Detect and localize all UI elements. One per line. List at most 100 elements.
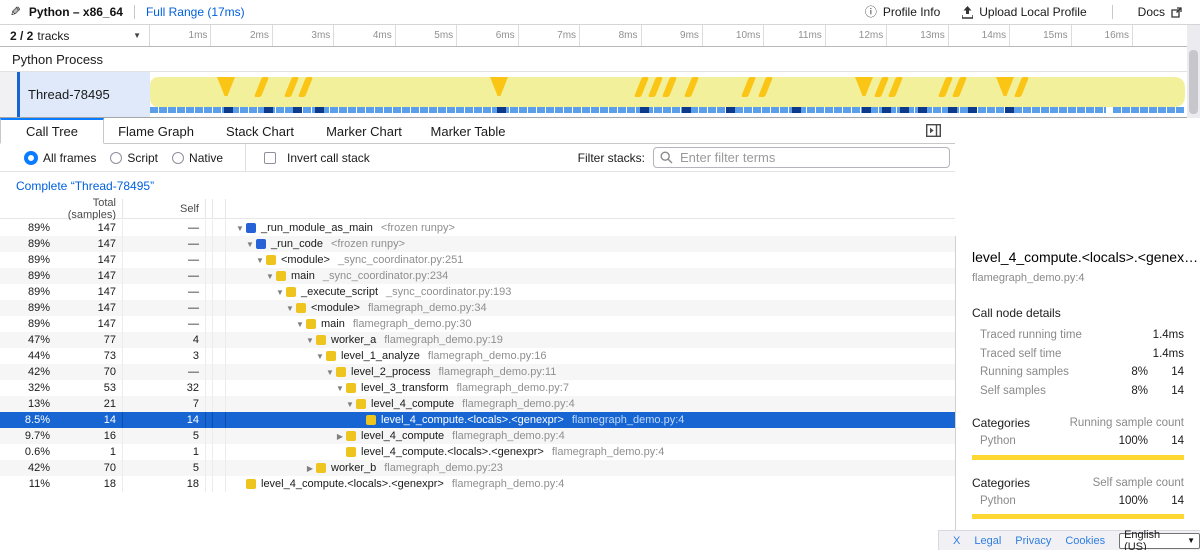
tree-row[interactable]: 89%147—▼main_sync_coordinator.py:234 xyxy=(0,268,955,284)
cell-total: 42%70 xyxy=(0,460,123,476)
sample-block xyxy=(900,107,909,113)
footer-link-cookies[interactable]: Cookies xyxy=(1065,535,1105,547)
frame-name: _execute_script xyxy=(301,286,378,298)
top-bar: ✎ Python – x86_64 Full Range (17ms) ⓘ Pr… xyxy=(0,0,1200,25)
twisty-open-icon[interactable]: ▼ xyxy=(334,384,346,393)
search-icon xyxy=(660,151,673,167)
invert-call-stack-checkbox[interactable]: Invert call stack xyxy=(264,151,370,165)
twisty-open-icon[interactable]: ▼ xyxy=(244,240,256,249)
twisty-open-icon[interactable]: ▼ xyxy=(284,304,296,313)
footer-bar: X Legal Privacy Cookies English (US) ▼ xyxy=(938,530,1200,550)
thread-track-row[interactable]: Thread-78495 xyxy=(0,72,1200,117)
frame-location: _sync_coordinator.py:251 xyxy=(338,254,463,266)
selected-node-title: level_4_compute.<locals>.<genex… xyxy=(956,236,1200,265)
tree-row[interactable]: 44%733▼level_1_analyzeflamegraph_demo.py… xyxy=(0,348,955,364)
divider xyxy=(245,144,246,172)
tree-row[interactable]: 89%147—▼mainflamegraph_demo.py:30 xyxy=(0,316,955,332)
marker-blob-icon xyxy=(996,77,1014,96)
twisty-open-icon[interactable]: ▼ xyxy=(344,400,356,409)
twisty-closed-icon[interactable]: ▶ xyxy=(334,432,346,441)
category-icon xyxy=(286,287,296,297)
cell-spacer xyxy=(213,220,226,236)
edit-pencil-icon[interactable]: ✎ xyxy=(10,4,21,20)
radio-native[interactable]: Native xyxy=(172,151,223,165)
twisty-open-icon[interactable]: ▼ xyxy=(264,272,276,281)
tree-row[interactable]: 89%147—▼<module>_sync_coordinator.py:251 xyxy=(0,252,955,268)
twisty-open-icon[interactable]: ▼ xyxy=(324,368,336,377)
total-count: 73 xyxy=(50,350,122,362)
twisty-open-icon[interactable]: ▼ xyxy=(234,224,246,233)
tree-row[interactable]: 9.7%165▶level_4_computeflamegraph_demo.p… xyxy=(0,428,955,444)
cell-total: 89%147 xyxy=(0,252,123,268)
column-self-header[interactable]: Self xyxy=(123,199,206,218)
sample-block xyxy=(726,107,735,113)
tree-row[interactable]: 47%774▼worker_aflamegraph_demo.py:19 xyxy=(0,332,955,348)
profile-info-button[interactable]: ⓘ Profile Info xyxy=(857,5,948,19)
full-range-link[interactable]: Full Range (17ms) xyxy=(146,5,245,19)
cell-tree: ▼_run_code<frozen runpy> xyxy=(226,236,955,252)
cell-spacer xyxy=(206,300,213,316)
frame-name: level_4_compute.<locals>.<genexpr> xyxy=(381,414,564,426)
twisty-closed-icon[interactable]: ▶ xyxy=(304,464,316,473)
upload-profile-button[interactable]: Upload Local Profile xyxy=(954,5,1094,19)
cell-tree: ▼<module>flamegraph_demo.py:34 xyxy=(226,300,955,316)
twisty-open-icon[interactable]: ▼ xyxy=(304,336,316,345)
cell-spacer xyxy=(213,268,226,284)
radio-script[interactable]: Script xyxy=(110,151,158,165)
twisty-open-icon[interactable]: ▼ xyxy=(314,352,326,361)
tree-row[interactable]: 89%147—▼_run_code<frozen runpy> xyxy=(0,236,955,252)
cell-spacer xyxy=(213,364,226,380)
thread-activity-graph[interactable] xyxy=(150,72,1187,117)
tracks-count-dropdown[interactable]: 2 / 2 tracks ▼ xyxy=(0,25,150,46)
tree-row[interactable]: 89%147—▼_execute_script_sync_coordinator… xyxy=(0,284,955,300)
tracks-scrollbar-thumb[interactable] xyxy=(1189,50,1198,114)
detail-percent: 8% xyxy=(1106,363,1148,382)
frame-filter-radios: All frames Script Native xyxy=(24,151,237,165)
twisty-open-icon[interactable]: ▼ xyxy=(274,288,286,297)
time-tick: 15ms xyxy=(1010,25,1071,46)
tree-row[interactable]: 13%217▼level_4_computeflamegraph_demo.py… xyxy=(0,396,955,412)
process-track-header[interactable]: Python Process xyxy=(0,47,1200,72)
tree-row[interactable]: 42%70—▼level_2_processflamegraph_demo.py… xyxy=(0,364,955,380)
time-ticks: 1ms2ms3ms4ms5ms6ms7ms8ms9ms10ms11ms12ms1… xyxy=(150,25,1200,46)
column-total-header[interactable]: Total (samples) xyxy=(0,199,123,218)
sample-gap xyxy=(1106,107,1113,113)
tree-row[interactable]: 8.5%1414level_4_compute.<locals>.<genexp… xyxy=(0,412,955,428)
category-header: CategoriesRunning sample count xyxy=(956,414,1200,432)
marker-blob-icon xyxy=(217,77,235,96)
column-spacer xyxy=(206,199,213,218)
cell-self: 4 xyxy=(123,332,206,348)
activity-marker-icon xyxy=(952,77,967,97)
category-icon xyxy=(266,255,276,265)
activity-marker-icon xyxy=(648,77,663,97)
total-percent: 89% xyxy=(0,318,50,330)
twisty-open-icon[interactable]: ▼ xyxy=(254,256,266,265)
filter-stacks-input[interactable] xyxy=(653,147,950,168)
footer-link-privacy[interactable]: Privacy xyxy=(1015,535,1051,547)
twisty-open-icon[interactable]: ▼ xyxy=(294,320,306,329)
radio-all-frames[interactable]: All frames xyxy=(24,151,96,165)
footer-link-x[interactable]: X xyxy=(953,535,960,547)
thread-track-label[interactable]: Thread-78495 xyxy=(20,72,150,117)
docs-button[interactable]: Docs xyxy=(1130,5,1190,19)
tree-row[interactable]: 32%5332▼level_3_transformflamegraph_demo… xyxy=(0,380,955,396)
tree-row[interactable]: 89%147—▼<module>flamegraph_demo.py:34 xyxy=(0,300,955,316)
detail-percent xyxy=(1106,326,1148,345)
footer-link-legal[interactable]: Legal xyxy=(974,535,1001,547)
total-count: 77 xyxy=(50,334,122,346)
total-percent: 9.7% xyxy=(0,430,50,442)
frame-name: <module> xyxy=(281,254,330,266)
tree-row[interactable]: 11%1818level_4_compute.<locals>.<genexpr… xyxy=(0,476,955,492)
info-icon: ⓘ xyxy=(865,6,877,18)
tree-row[interactable]: 42%705▶worker_bflamegraph_demo.py:23 xyxy=(0,460,955,476)
cell-total: 11%18 xyxy=(0,476,123,492)
activity-marker-icon xyxy=(284,77,299,97)
total-percent: 32% xyxy=(0,382,50,394)
cell-self: 5 xyxy=(123,460,206,476)
breadcrumb-root-link[interactable]: Complete “Thread-78495” xyxy=(16,179,154,193)
tree-row[interactable]: 0.6%11level_4_compute.<locals>.<genexpr>… xyxy=(0,444,955,460)
chevron-down-icon: ▼ xyxy=(133,31,141,40)
language-select[interactable]: English (US) ▼ xyxy=(1119,533,1200,549)
tree-row[interactable]: 89%147—▼_run_module_as_main<frozen runpy… xyxy=(0,220,955,236)
time-tick: 8ms xyxy=(580,25,641,46)
